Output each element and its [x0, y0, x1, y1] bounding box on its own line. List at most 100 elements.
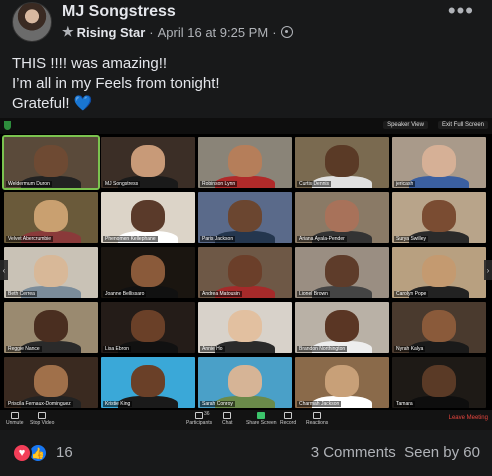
- participant-tile: Reggie Nance: [4, 302, 98, 353]
- post-text-line: I’m all in my Feels from tonight!: [12, 75, 220, 92]
- post-timestamp[interactable]: April 16 at 9:25 PM: [158, 25, 269, 40]
- participant-tile: Paris Jackson: [198, 192, 292, 243]
- participant-name: Ariana Ayala-Pender: [297, 236, 347, 242]
- participant-name: Surya Swilley: [394, 236, 429, 242]
- participant-face: [34, 255, 68, 287]
- participant-name: Nyrah Kalya: [394, 346, 426, 352]
- participant-name: Kristie King: [103, 401, 133, 407]
- participant-tile: Andrea Matousin: [198, 247, 292, 298]
- post-text-line: Grateful! 💙: [12, 94, 220, 114]
- chevron-right-icon: ›: [484, 260, 492, 280]
- participant-body: [408, 175, 470, 188]
- share-screen-icon: [257, 412, 266, 419]
- participant-tile: Annie Ho: [198, 302, 292, 353]
- participant-name: Joanne Bellissaro: [103, 291, 147, 297]
- zoom-toolbar: Unmute Stop Video Participants Chat Shar…: [0, 410, 492, 430]
- participant-face: [131, 310, 165, 342]
- toolbar-chat: Chat: [222, 412, 233, 426]
- chat-icon: [223, 412, 232, 419]
- participant-name: MJ Songstress: [103, 181, 141, 187]
- more-options-icon[interactable]: •••: [448, 0, 474, 22]
- participant-tile: Lionel Brown: [295, 247, 389, 298]
- star-icon: ★: [62, 24, 74, 39]
- comments-link[interactable]: 3 Comments: [311, 444, 396, 461]
- toolbar-stop-video: Stop Video: [30, 412, 54, 426]
- participant-face: [422, 255, 456, 287]
- avatar[interactable]: [12, 2, 52, 42]
- participant-name: Carolyn Pope: [394, 291, 429, 297]
- privacy-icon[interactable]: [280, 26, 293, 38]
- participant-face: [131, 255, 165, 287]
- participant-tile: Phenomen Kellephane: [101, 192, 195, 243]
- seen-by[interactable]: Seen by 60: [404, 444, 480, 461]
- participant-face: [228, 145, 262, 177]
- zoom-top-control: Exit Full Screen: [437, 121, 488, 129]
- participant-tile: Curtis Dennis: [295, 137, 389, 188]
- participant-face: [422, 145, 456, 177]
- participant-tile: Lisa Ebron: [101, 302, 195, 353]
- participant-face: [325, 310, 359, 342]
- participant-grid: Weldermum Duron MJ Songstress Robinson Lyn…: [2, 135, 488, 408]
- participant-name: Lisa Ebron: [103, 346, 131, 352]
- post-footer: 👍 ♥ 16 3 Comments Seen by 60: [0, 438, 492, 468]
- participant-face: [228, 365, 262, 397]
- toolbar-reactions: Reactions: [306, 412, 328, 426]
- participant-name: Beth Cerrea: [6, 291, 37, 297]
- participant-name: Priscila Fernaux-Dominguez: [6, 401, 73, 407]
- participant-face: [34, 365, 68, 397]
- toolbar-label: Record: [280, 420, 297, 426]
- participant-tile: Ariana Ayala-Pender: [295, 192, 389, 243]
- participant-face: [228, 310, 262, 342]
- toolbar-unmute: Unmute: [6, 412, 24, 426]
- blue-heart-icon: 💙: [73, 95, 93, 112]
- participant-tile: Brandon Northington: [295, 302, 389, 353]
- leave-meeting-button: Leave Meeting: [448, 415, 488, 421]
- love-reaction-icon[interactable]: ♥: [12, 443, 32, 463]
- participant-face: [131, 145, 165, 177]
- toolbar-label: Chat: [222, 420, 233, 426]
- participant-face: [131, 365, 165, 397]
- participant-face: [422, 365, 456, 397]
- post-text: THIS !!!! was amazing!! I’m all in my Fe…: [12, 54, 220, 114]
- toolbar-label: Share Screen: [246, 420, 277, 426]
- participant-face: [325, 145, 359, 177]
- badge-label: Rising Star: [76, 24, 146, 40]
- participant-tile: Kristie King: [101, 357, 195, 408]
- participant-name: Sarah Conroy: [200, 401, 235, 407]
- participant-name: Charmah Jackson: [297, 401, 342, 407]
- reactions-icon: [313, 412, 322, 419]
- post-header: MJ Songstress ★ Rising Star · April 16 a…: [0, 0, 492, 46]
- participant-face: [228, 255, 262, 287]
- participant-name: Weldermum Duron: [6, 181, 52, 187]
- participant-face: [422, 200, 456, 232]
- participant-count-label: 36: [204, 411, 210, 417]
- reaction-count[interactable]: 16: [56, 444, 73, 461]
- participant-face: [325, 365, 359, 397]
- camera-icon: [38, 412, 47, 419]
- zoom-top-control: Speaker View: [383, 121, 428, 129]
- post-meta: ★ Rising Star · April 16 at 9:25 PM ·: [62, 24, 293, 40]
- participant-face: [34, 145, 68, 177]
- participant-face: [34, 310, 68, 342]
- participant-tile: Priscila Fernaux-Dominguez: [4, 357, 98, 408]
- meta-separator: ·: [272, 24, 277, 40]
- participant-tile: Charmah Jackson: [295, 357, 389, 408]
- participant-tile: Carolyn Pope: [392, 247, 486, 298]
- participant-name: Tamara: [394, 401, 415, 407]
- post-photo[interactable]: Speaker View Exit Full Screen Weldermum …: [0, 118, 492, 430]
- participant-name: Lionel Brown: [297, 291, 330, 297]
- badge[interactable]: ★ Rising Star: [62, 24, 145, 40]
- participant-tile: Robinson Lynn: [198, 137, 292, 188]
- shield-icon: [4, 121, 11, 130]
- participant-tile: Surya Swilley: [392, 192, 486, 243]
- post-stats: 3 Comments Seen by 60: [311, 444, 480, 461]
- participant-count: 36: [204, 411, 210, 417]
- microphone-icon: [10, 412, 19, 419]
- participant-face: [228, 200, 262, 232]
- participant-tile: Tamara: [392, 357, 486, 408]
- toolbar-label: Reactions: [306, 420, 329, 426]
- participant-name: Annie Ho: [200, 346, 225, 352]
- participant-name: jericash: [394, 181, 416, 187]
- participant-name: Andrea Matousin: [200, 291, 242, 297]
- author-name[interactable]: MJ Songstress: [62, 3, 176, 21]
